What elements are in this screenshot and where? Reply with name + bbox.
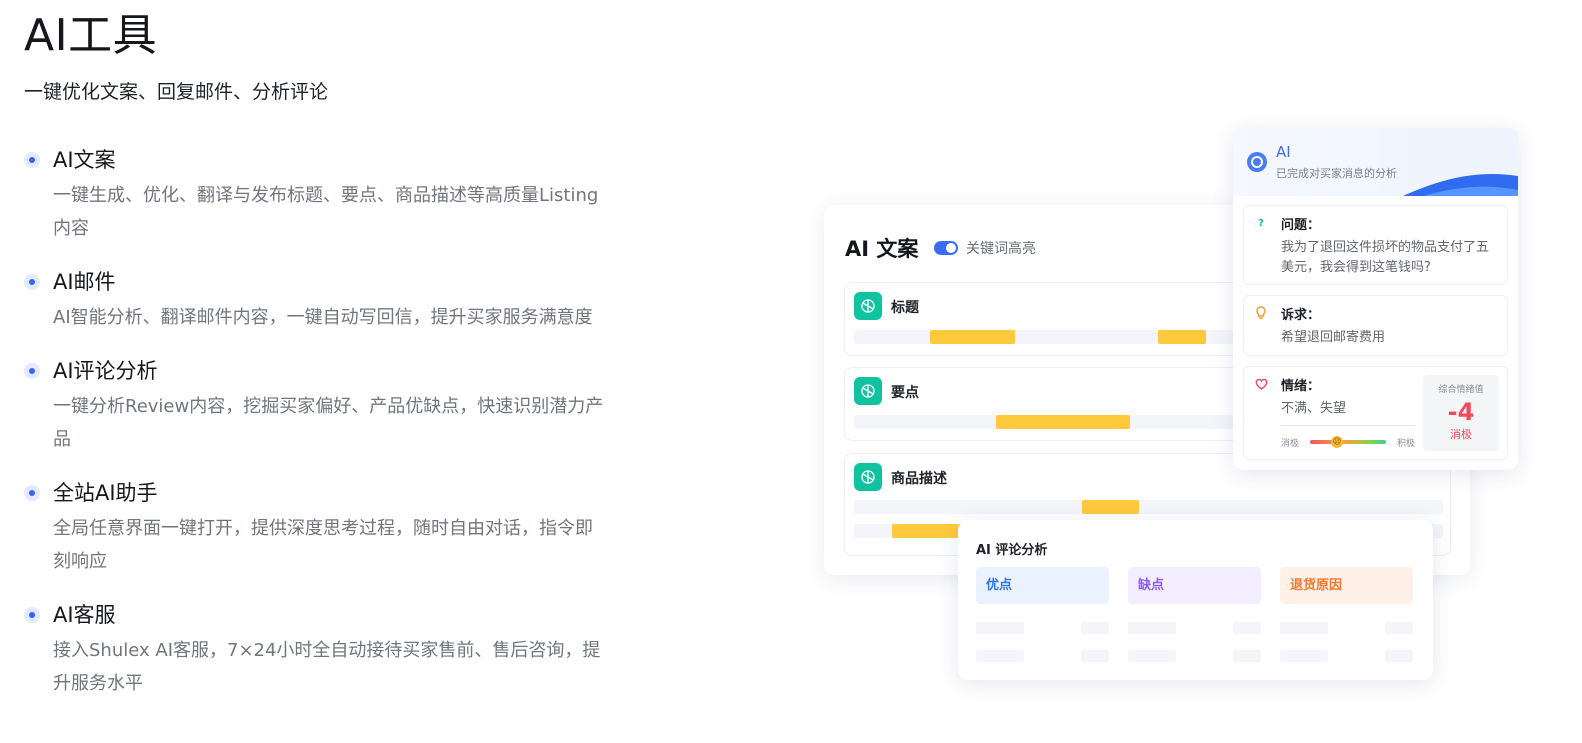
- skeleton-row: [1081, 650, 1109, 662]
- ai-analysis-card: AI 已完成对买家消息的分析 ? 问题： 我为了退回这件损坏的物品支付了五美元，…: [1233, 128, 1518, 470]
- skeleton-row: [1385, 650, 1413, 662]
- feature-title: AI客服: [53, 603, 116, 627]
- ai-review-analysis-card: AI 评论分析 优点 缺点 退货原因: [958, 520, 1433, 680]
- bullet-dot-icon: [24, 363, 40, 379]
- page-subtitle: 一键优化文案、回复邮件、分析评论: [24, 81, 329, 103]
- question-block: ? 问题： 我为了退回这件损坏的物品支付了五美元，我会得到这笔钱吗?: [1243, 205, 1508, 285]
- bullet-dot-icon: [24, 274, 40, 290]
- emotion-text: 不满、失望: [1281, 401, 1347, 416]
- chatgpt-icon: [854, 463, 882, 491]
- feature-item-ai-copy: AI文案 一键生成、优化、翻译与发布标题、要点、商品描述等高质量Listing内…: [24, 144, 604, 245]
- emotion-title: 情绪：: [1281, 379, 1321, 394]
- feature-item-ai-assistant: 全站AI助手 全局任意界面一键打开，提供深度思考过程，随时自由对话，指令即刻响应: [24, 477, 604, 578]
- emotion-scale: 消极 ☹ 积极: [1281, 425, 1415, 453]
- toggle-label: 关键词高亮: [966, 241, 1036, 257]
- heart-icon: [1254, 377, 1268, 391]
- copy-item-label: 商品描述: [891, 471, 947, 487]
- scale-gradient-bar: [1310, 440, 1386, 444]
- feature-description: 接入Shulex AI客服，7×24小时全自动接待买家售前、售后咨询，提升服务水…: [53, 640, 601, 694]
- scale-divider: [1281, 425, 1415, 426]
- feature-description: 一键分析Review内容，挖掘买家偏好、产品优缺点，快速识别潜力产品: [53, 396, 604, 450]
- chatgpt-icon: [854, 292, 882, 320]
- feature-description: AI智能分析、翻译邮件内容，一键自动写回信，提升买家服务满意度: [53, 307, 593, 328]
- keyword-highlight: [892, 524, 962, 538]
- ai-logo-icon: [1247, 152, 1267, 172]
- chatgpt-icon: [854, 377, 882, 405]
- skeleton-row: [1081, 622, 1109, 634]
- return-reasons-column-header: 退货原因: [1280, 567, 1413, 604]
- feature-title: AI评论分析: [53, 359, 158, 383]
- score-tag: 消极: [1450, 428, 1472, 441]
- bullet-dot-icon: [24, 152, 40, 168]
- page-title: AI工具: [24, 10, 158, 61]
- question-icon: ?: [1258, 217, 1264, 229]
- feature-item-ai-email: AI邮件 AI智能分析、翻译邮件内容，一键自动写回信，提升买家服务满意度: [24, 266, 604, 334]
- feature-list: AI文案 一键生成、优化、翻译与发布标题、要点、商品描述等高质量Listing内…: [24, 144, 604, 721]
- skeleton-row: [1280, 622, 1328, 634]
- skeleton-row: [1385, 622, 1413, 634]
- cons-column-header: 缺点: [1128, 567, 1261, 604]
- feature-description: 一键生成、优化、翻译与发布标题、要点、商品描述等高质量Listing内容: [53, 185, 599, 239]
- request-block: 诉求： 希望退回邮寄费用: [1243, 295, 1508, 356]
- feature-title: AI文案: [53, 148, 116, 172]
- score-label: 综合情绪值: [1438, 385, 1484, 395]
- request-title: 诉求：: [1281, 308, 1321, 323]
- feature-title: AI邮件: [53, 270, 116, 294]
- keyword-highlight: [1082, 500, 1139, 514]
- lightbulb-icon: [1254, 306, 1268, 320]
- scale-negative-label: 消极: [1281, 439, 1300, 449]
- question-text: 我为了退回这件损坏的物品支付了五美元，我会得到这笔钱吗?: [1281, 240, 1490, 275]
- skeleton-row: [1280, 650, 1328, 662]
- pros-column-header: 优点: [976, 567, 1109, 604]
- header-wave-decoration: [1403, 174, 1518, 196]
- unhappy-face-icon: ☹: [1331, 436, 1343, 448]
- request-text: 希望退回邮寄费用: [1281, 330, 1386, 345]
- skeleton-row: [976, 622, 1024, 634]
- review-card-title: AI 评论分析: [976, 543, 1048, 558]
- emotion-block: 情绪： 不满、失望 消极 ☹ 积极 综合情绪值 -4 消极: [1243, 366, 1508, 460]
- question-title: 问题：: [1281, 218, 1321, 233]
- copy-card-title: AI 文案: [845, 237, 919, 261]
- feature-item-ai-review-analysis: AI评论分析 一键分析Review内容，挖掘买家偏好、产品优缺点，快速识别潜力产…: [24, 355, 604, 456]
- copy-item-label: 标题: [891, 300, 919, 316]
- skeleton-row: [1233, 650, 1261, 662]
- skeleton-row: [1128, 650, 1176, 662]
- skeleton-row: [1233, 622, 1261, 634]
- analysis-status: 已完成对买家消息的分析: [1276, 167, 1397, 180]
- score-value: -4: [1447, 398, 1475, 426]
- keyword-highlight-toggle[interactable]: [934, 241, 958, 255]
- toggle-knob: [946, 243, 956, 253]
- scale-positive-label: 积极: [1396, 439, 1415, 449]
- text-skeleton: [854, 330, 1234, 344]
- bullet-dot-icon: [24, 485, 40, 501]
- copy-item-label: 要点: [891, 385, 919, 401]
- skeleton-row: [976, 650, 1024, 662]
- keyword-highlight: [930, 330, 1015, 344]
- keyword-highlight: [1158, 330, 1206, 344]
- emotion-score-box: 综合情绪值 -4 消极: [1423, 375, 1499, 451]
- feature-item-ai-customer-service: AI客服 接入Shulex AI客服，7×24小时全自动接待买家售前、售后咨询，…: [24, 599, 604, 700]
- analysis-header: AI 已完成对买家消息的分析: [1233, 128, 1518, 196]
- keyword-highlight: [996, 415, 1130, 429]
- bullet-dot-icon: [24, 607, 40, 623]
- feature-description: 全局任意界面一键打开，提供深度思考过程，随时自由对话，指令即刻响应: [53, 518, 593, 572]
- text-skeleton: [854, 415, 1234, 429]
- feature-title: 全站AI助手: [53, 481, 158, 505]
- ai-name: AI: [1276, 143, 1291, 161]
- text-skeleton: [854, 500, 1443, 514]
- skeleton-row: [1128, 622, 1176, 634]
